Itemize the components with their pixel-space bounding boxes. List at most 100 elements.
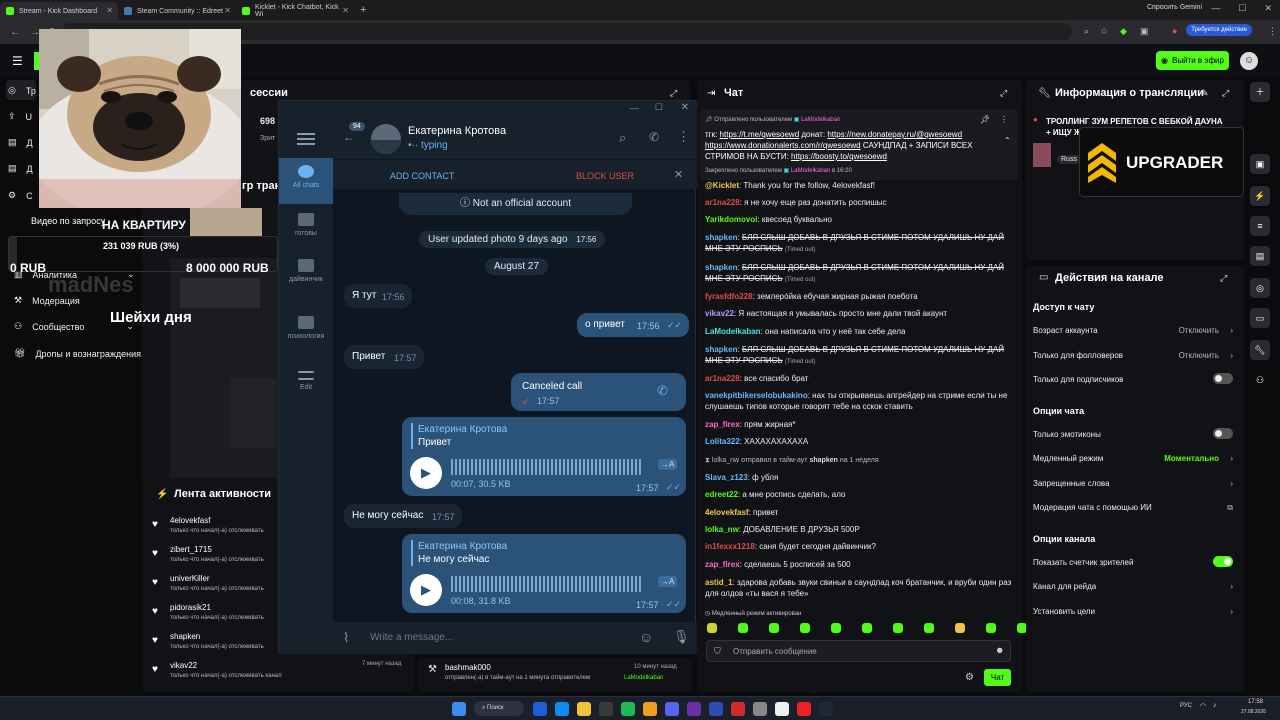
chat-username[interactable]: LaModelkaban — [705, 327, 761, 336]
audition-icon[interactable] — [709, 702, 723, 716]
emote-icon[interactable] — [893, 623, 903, 633]
close-tab-icon[interactable]: ✕ — [224, 6, 231, 15]
tab-edit[interactable]: Edit — [279, 371, 333, 391]
start-icon[interactable] — [452, 702, 466, 716]
expand-icon[interactable]: ⤢ — [670, 88, 677, 99]
browser-tab-steam[interactable]: Steam Community :: Edreet ✕ — [118, 2, 236, 20]
add-contact-button[interactable]: ADD CONTACT — [390, 171, 454, 181]
contact-avatar[interactable] — [371, 124, 401, 154]
emote-icon[interactable] — [769, 623, 779, 633]
chat-username[interactable]: shapken — [705, 233, 737, 242]
chat-message[interactable]: shapken: БЛЯ СЛЫШ ДОБАВЬ В ДРУЗЬЯ В СТИМ… — [705, 232, 1017, 256]
sidebar-item-drops[interactable]: 🎁︎ Дропы и вознаграждения — [14, 348, 141, 359]
edge-icon[interactable] — [555, 702, 569, 716]
back-arrow-icon[interactable]: ← — [343, 130, 355, 144]
emote-icon[interactable] — [831, 623, 841, 633]
play-button[interactable]: ▶ — [410, 457, 442, 489]
chat-message[interactable]: 4elovekfasf: привет — [705, 507, 1017, 518]
chat-message[interactable]: fyrasfdfo228: землерóйка ебучая жирная р… — [705, 291, 1017, 302]
photos-icon[interactable] — [775, 702, 789, 716]
chat-message[interactable]: zap_firex: сделаешь 5 росписей за 500 — [705, 559, 1017, 570]
chat-username[interactable]: zap_firex — [705, 420, 740, 429]
tab-all-chats-label[interactable]: All chats — [279, 165, 333, 189]
rail-add-icon[interactable]: ＋ — [1250, 82, 1270, 102]
menu-dots-icon[interactable]: ⋮ — [1268, 26, 1277, 37]
menu-icon[interactable] — [297, 133, 315, 145]
pin-icon[interactable]: 📌︎ — [980, 115, 990, 124]
hamburger-menu-icon[interactable]: ☰ — [12, 54, 23, 68]
emoji-icon[interactable]: ☻ — [995, 645, 1004, 655]
rail-card-icon[interactable]: ▭ — [1250, 308, 1270, 328]
chat-message[interactable]: edreet22: а мне роспись сделать, ало — [705, 489, 1017, 500]
maximize-icon[interactable]: ☐ — [1238, 3, 1246, 14]
chat-username[interactable]: ar1na228 — [705, 198, 740, 207]
sidebar-item-stream[interactable]: ◎ Тр — [8, 85, 36, 96]
message-outgoing[interactable]: о привет 17:56 ✓✓ — [577, 313, 689, 337]
sidebar-item-d2[interactable]: ▤ Д — [8, 163, 33, 174]
microphone-icon[interactable]: 🎙︎ — [673, 629, 690, 645]
transcribe-icon[interactable]: →A — [658, 459, 678, 470]
go-live-button[interactable]: ◉ Выйти в эфир — [1156, 51, 1229, 70]
voice-waveform[interactable] — [451, 576, 641, 592]
rail-wrench-icon[interactable]: 🔧︎ — [1250, 340, 1270, 360]
emote-icon[interactable] — [738, 623, 748, 633]
settings-icon[interactable] — [599, 702, 613, 716]
more-dots-icon[interactable]: ⋮ — [677, 129, 690, 145]
voice-message-reply[interactable]: Екатерина Кротова Не могу сейчас ▶ →A 00… — [402, 534, 686, 613]
rail-bolt-icon[interactable]: ⚡ — [1250, 186, 1270, 206]
chat-message[interactable]: vikav22: Я настоящая я умывалась просто … — [705, 308, 1017, 319]
rail-stats-icon[interactable]: ▣ — [1250, 154, 1270, 174]
chat-username[interactable]: vikav22 — [705, 309, 734, 318]
chrome-icon[interactable] — [643, 702, 657, 716]
rail-group-icon[interactable]: ⚇ — [1250, 370, 1270, 390]
speaker-icon[interactable]: ♪ — [1213, 702, 1217, 709]
chat-username[interactable]: astid_1 — [705, 578, 733, 587]
action-row[interactable]: Модерация чата с помощью ИИ ⧉ — [1033, 503, 1233, 512]
extension-icon[interactable]: ▣ — [1140, 26, 1149, 37]
chat-message[interactable]: shapken: БЛЯ СЛЫШ ДОБАВЬ В ДРУЗЬЯ В СТИМ… — [705, 262, 1017, 286]
rail-chat-icon[interactable]: ▤ — [1250, 246, 1270, 266]
action-row[interactable]: Медленный режим Моментально › — [1033, 454, 1233, 463]
chat-username[interactable]: 4elovekfasf — [705, 508, 749, 517]
action-row[interactable]: Только для подписчиков — [1033, 373, 1233, 384]
action-row[interactable]: Возраст аккаунта Отключить › — [1033, 326, 1233, 335]
more-dots-icon[interactable]: ⋮ — [1000, 115, 1008, 124]
steam-icon[interactable] — [819, 702, 833, 716]
sidebar-item-s[interactable]: ⚙ С — [8, 190, 33, 201]
chat-username[interactable]: Yarikdomovoi — [705, 215, 757, 224]
emote-icon[interactable] — [707, 623, 717, 633]
close-tab-icon[interactable]: ✕ — [342, 6, 349, 15]
tab-folder-psychology[interactable]: психология — [279, 316, 333, 340]
action-row[interactable]: Канал для рейда › — [1033, 582, 1233, 591]
avatar[interactable]: ☺ — [1240, 52, 1258, 70]
transcribe-icon[interactable]: →A — [658, 576, 678, 587]
clock-time[interactable]: 17:58 — [1248, 699, 1263, 705]
message-incoming[interactable]: Привет 17:57 — [344, 345, 424, 369]
chat-username[interactable]: @Kicklet — [705, 181, 739, 190]
chat-message[interactable]: @Kicklet: Thank you for the follow, 4elo… — [705, 180, 1017, 191]
minimize-icon[interactable]: — — [630, 103, 639, 113]
gear-icon[interactable]: ⚙ — [965, 672, 974, 683]
emote-icon[interactable] — [955, 623, 965, 633]
browser-tab-kicklet[interactable]: Kicklet - Kick Chatbot, Kick Wi ✕ — [236, 2, 354, 20]
spotify-icon[interactable] — [621, 702, 635, 716]
chat-message[interactable]: ar1na228: все спасибо брат — [705, 373, 1017, 384]
canceled-call-message[interactable]: Canceled call ↙ 17:57 ✆ — [511, 373, 686, 411]
chat-username[interactable]: in1fexxx1218 — [705, 542, 755, 551]
folder-icon[interactable] — [577, 702, 591, 716]
phone-icon[interactable]: ✆ — [657, 383, 668, 399]
maximize-icon[interactable]: ☐ — [655, 102, 663, 113]
youtube-icon[interactable] — [731, 702, 745, 716]
clock-date[interactable]: 27.08.2026 — [1241, 709, 1266, 715]
chat-message[interactable]: LaModelkaban: она написала что у неё так… — [705, 326, 1017, 337]
pinned-link[interactable]: https://new.donatepay.ru/@qwesoewd — [827, 130, 962, 139]
attach-paperclip-icon[interactable]: ⌇ — [343, 630, 349, 646]
action-row[interactable]: Только эмотиконы — [1033, 427, 1233, 439]
action-row[interactable]: Только для фолловеров Отключить › — [1033, 351, 1233, 360]
new-tab-button[interactable]: + — [360, 4, 366, 16]
emote-icon[interactable] — [862, 623, 872, 633]
contact-name[interactable]: Екатерина Кротова — [408, 125, 506, 137]
expand-icon[interactable]: ⤢ — [1220, 273, 1227, 284]
close-icon[interactable]: ✕ — [674, 168, 683, 181]
chat-message[interactable]: Slava_z123: ф убля — [705, 472, 1017, 483]
